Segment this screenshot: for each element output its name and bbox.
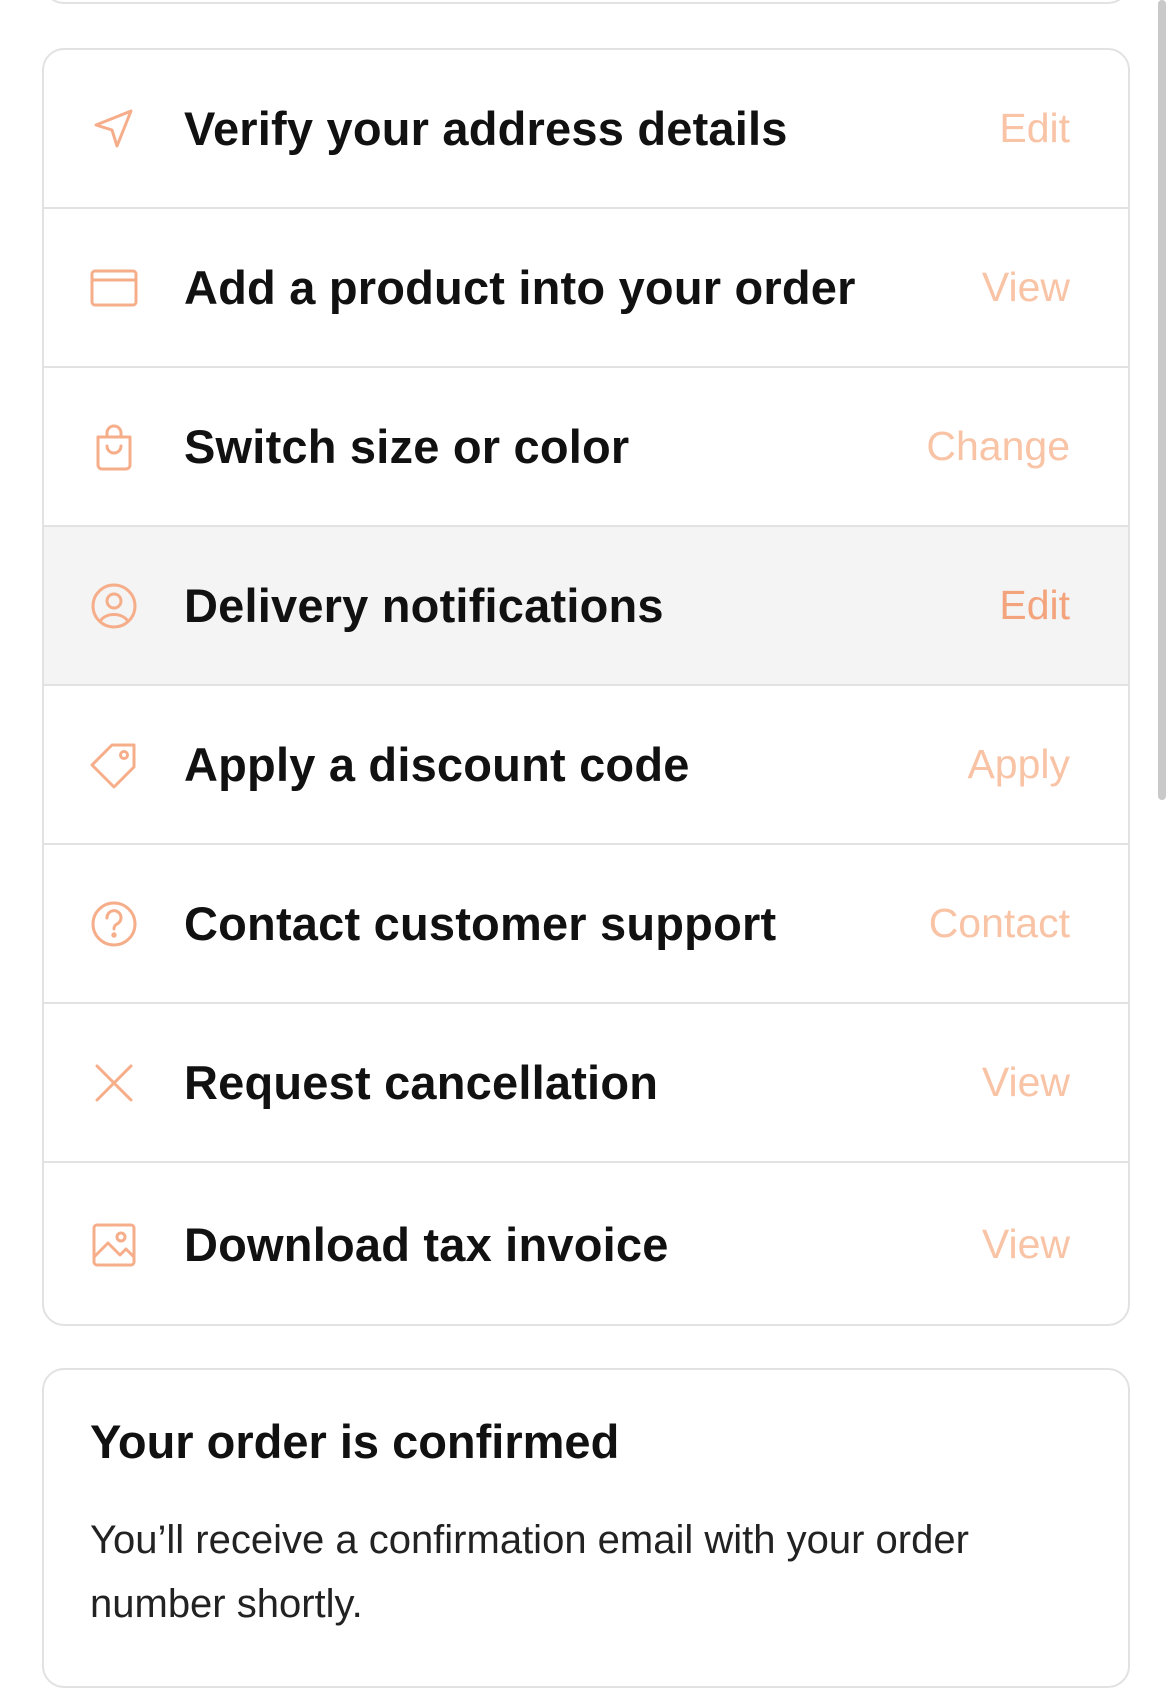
action-row-switch-size[interactable]: Switch size or color Change xyxy=(44,368,1128,527)
view-link[interactable]: View xyxy=(982,264,1070,311)
shopping-bag-icon xyxy=(88,421,140,473)
view-link[interactable]: View xyxy=(982,1221,1070,1268)
action-label: Request cancellation xyxy=(184,1056,659,1109)
tag-icon xyxy=(88,739,140,791)
change-link[interactable]: Change xyxy=(926,423,1070,470)
image-icon xyxy=(88,1219,140,1271)
edit-link[interactable]: Edit xyxy=(999,105,1070,152)
confirmation-message: You’ll receive a confirmation email with… xyxy=(90,1518,969,1626)
user-circle-icon xyxy=(88,580,140,632)
action-label: Delivery notifications xyxy=(184,579,664,632)
action-row-customer-support[interactable]: Contact customer support Contact xyxy=(44,845,1128,1004)
action-label: Apply a discount code xyxy=(184,738,690,791)
order-confirmed-card: Your order is confirmed You’ll receive a… xyxy=(42,1368,1130,1688)
action-label: Download tax invoice xyxy=(184,1218,669,1271)
question-circle-icon xyxy=(88,898,140,950)
order-actions-card: Verify your address details Edit Add a p… xyxy=(42,48,1130,1326)
scrollbar[interactable] xyxy=(1158,0,1166,800)
previous-card-edge xyxy=(42,0,1130,4)
action-row-verify-address[interactable]: Verify your address details Edit xyxy=(44,50,1128,209)
action-row-discount-code[interactable]: Apply a discount code Apply xyxy=(44,686,1128,845)
action-row-tax-invoice[interactable]: Download tax invoice View xyxy=(44,1163,1128,1324)
view-link[interactable]: View xyxy=(982,1059,1070,1106)
action-row-delivery-notifications[interactable]: Delivery notifications Edit xyxy=(44,527,1128,686)
edit-link[interactable]: Edit xyxy=(999,582,1070,629)
action-label: Verify your address details xyxy=(184,102,788,155)
navigation-arrow-icon xyxy=(88,103,140,155)
action-label: Add a product into your order xyxy=(184,261,856,314)
action-label: Switch size or color xyxy=(184,420,630,473)
action-row-add-product[interactable]: Add a product into your order View xyxy=(44,209,1128,368)
contact-link[interactable]: Contact xyxy=(929,900,1070,947)
apply-link[interactable]: Apply xyxy=(967,741,1070,788)
action-label: Contact customer support xyxy=(184,897,777,950)
card-icon xyxy=(88,262,140,314)
close-icon xyxy=(88,1057,140,1109)
confirmation-title: Your order is confirmed xyxy=(90,1415,620,1468)
action-row-request-cancellation[interactable]: Request cancellation View xyxy=(44,1004,1128,1163)
